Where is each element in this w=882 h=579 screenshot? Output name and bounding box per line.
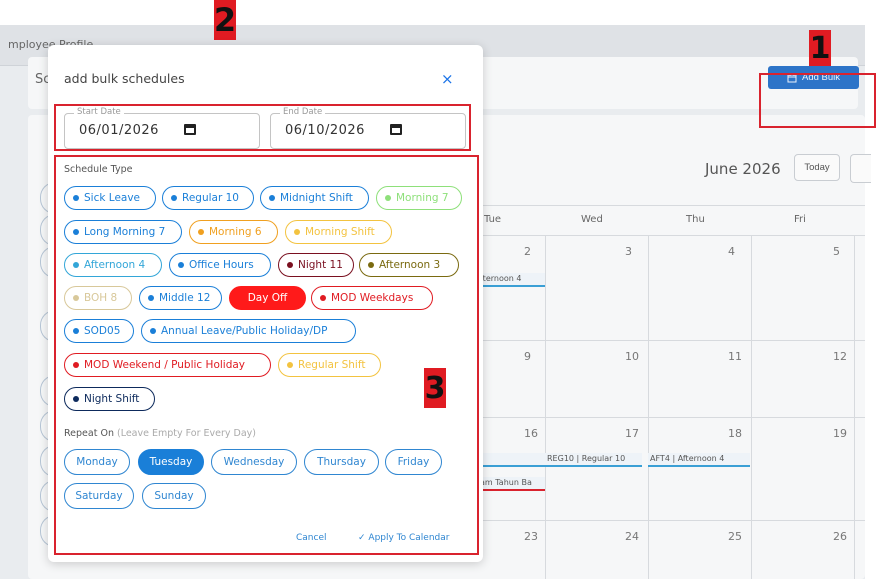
grid-line [478, 417, 865, 418]
calendar-day-number[interactable]: 3 [625, 245, 632, 258]
calendar-day-number[interactable]: 17 [625, 427, 639, 440]
calendar-day-number[interactable]: 2 [524, 245, 531, 258]
calendar-event[interactable] [478, 453, 545, 467]
grid-line [478, 520, 865, 521]
calendar-prev-button[interactable] [850, 154, 871, 183]
calendar-day-number[interactable]: 11 [728, 350, 742, 363]
grid-line [478, 235, 865, 236]
weekday-header: Thu [686, 214, 705, 225]
calendar-event[interactable]: REG10 | Regular 10 [545, 453, 642, 467]
calendar-event[interactable]: AFT4 | Afternoon 4 [648, 453, 750, 467]
weekday-header: Tue [484, 214, 502, 225]
annotation-label-2: 2 [213, 0, 237, 40]
annotation-box-1 [759, 73, 876, 128]
today-button[interactable]: Today [794, 154, 840, 181]
calendar-day-number[interactable]: 16 [524, 427, 538, 440]
calendar-day-number[interactable]: 5 [833, 245, 840, 258]
annotation-box-3 [54, 155, 479, 555]
grid-line [478, 340, 865, 341]
calendar-day-number[interactable]: 9 [524, 350, 531, 363]
grid-line [854, 235, 855, 579]
calendar-title: June 2026 [705, 160, 781, 178]
annotation-box-2 [54, 104, 471, 151]
close-icon[interactable]: × [441, 70, 454, 88]
calendar-day-number[interactable]: 19 [833, 427, 847, 440]
calendar-event[interactable]: am Tahun Ba [478, 477, 545, 491]
calendar-day-number[interactable]: 18 [728, 427, 742, 440]
annotation-label-3: 3 [424, 368, 446, 408]
annotation-label-1: 1 [809, 30, 831, 66]
calendar-event[interactable]: fternoon 4 [478, 273, 545, 287]
calendar-day-number[interactable]: 10 [625, 350, 639, 363]
grid-line [648, 235, 649, 579]
weekday-header: Fri [794, 214, 806, 225]
calendar-day-number[interactable]: 12 [833, 350, 847, 363]
calendar-day-number[interactable]: 23 [524, 530, 538, 543]
calendar-day-number[interactable]: 25 [728, 530, 742, 543]
weekday-header: Wed [581, 214, 603, 225]
calendar-grid: Tue Wed Thu Fri 2 3 4 5 9 10 11 12 16 17 18 19 23 24 25 26 f… [478, 205, 865, 579]
calendar-day-number[interactable]: 26 [833, 530, 847, 543]
grid-line [478, 205, 865, 206]
grid-line [751, 235, 752, 579]
calendar-day-number[interactable]: 4 [728, 245, 735, 258]
modal-title: add bulk schedules [64, 71, 185, 86]
grid-line [545, 235, 546, 579]
calendar-day-number[interactable]: 24 [625, 530, 639, 543]
